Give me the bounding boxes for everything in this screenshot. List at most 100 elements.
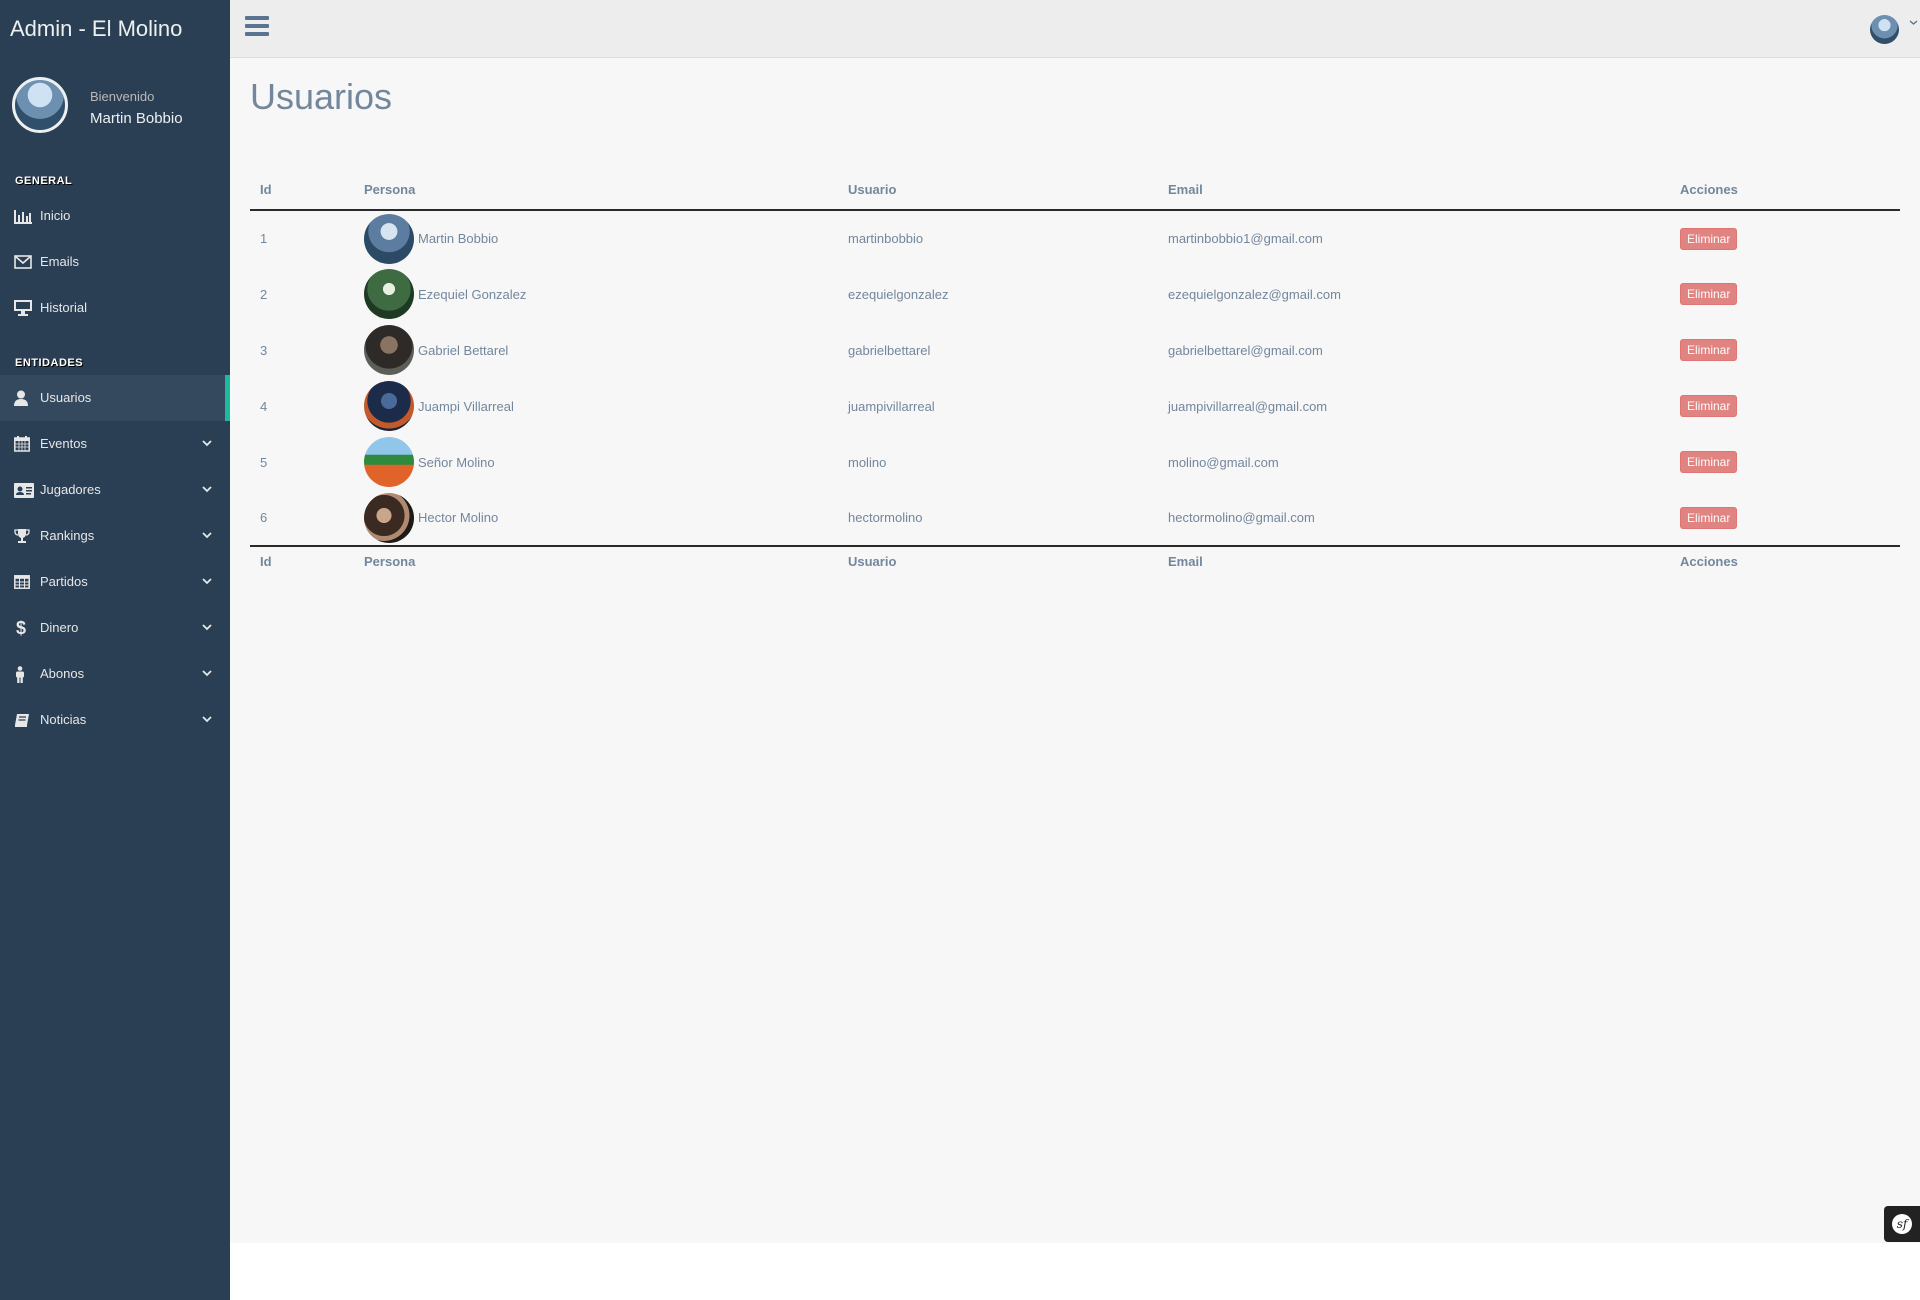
male-icon — [14, 651, 34, 697]
person-avatar — [364, 269, 414, 319]
sidebar-item-eventos[interactable]: Eventos — [0, 421, 230, 467]
table-row: 1 Martin Bobbio martinbobbio martinbobbi… — [250, 210, 1900, 266]
person-name: Martin Bobbio — [418, 231, 499, 246]
cell-usuario: ezequielgonzalez — [848, 286, 949, 302]
sidebar-item-jugadores[interactable]: Jugadores — [0, 467, 230, 513]
person-name: Gabriel Bettarel — [418, 342, 509, 358]
chevron-down-icon — [202, 651, 212, 697]
cell-usuario: hectormolino — [848, 510, 923, 525]
sidebar-item-abonos[interactable]: Abonos — [0, 651, 230, 697]
table-row: 3 Gabriel Bettarel gabrielbettarel gabri… — [250, 322, 1900, 378]
person-name: Juampi Villarreal — [418, 398, 514, 414]
sidebar-item-label: Dinero — [40, 620, 79, 635]
eliminar-button[interactable]: Eliminar — [1680, 283, 1738, 305]
section-title-general: GENERAL — [15, 175, 73, 187]
user-icon — [14, 375, 34, 421]
cell-id: 1 — [260, 231, 268, 246]
sidebar-item-noticias[interactable]: Noticias — [0, 697, 230, 743]
cell-id: 4 — [260, 398, 268, 414]
sidebar-item-label: Noticias — [40, 712, 87, 727]
table-row: 5 Señor Molino molino molino@gmail.com E… — [250, 434, 1900, 490]
cell-email: hectormolino@gmail.com — [1168, 510, 1315, 525]
cell-email: juampivillarreal@gmail.com — [1168, 398, 1328, 414]
person-avatar — [364, 381, 414, 431]
table-row: 4 Juampi Villarreal juampivillarreal jua… — [250, 378, 1900, 434]
table-header-row: Id Persona Usuario Email Acciones — [250, 170, 1900, 211]
menu-toggle-icon[interactable] — [245, 16, 269, 40]
sidebar: Admin - El Molino Bienvenido Martin Bobb… — [0, 0, 230, 1300]
chevron-down-icon — [202, 513, 212, 559]
column-footer-id: Id — [250, 545, 354, 576]
person-cell: Martin Bobbio — [364, 213, 828, 264]
sidebar-item-partidos[interactable]: Partidos — [0, 559, 230, 605]
chevron-down-icon[interactable] — [1909, 18, 1918, 29]
calendar-icon — [14, 421, 34, 467]
column-footer-usuario: Usuario — [838, 545, 1158, 576]
cell-usuario: juampivillarreal — [848, 398, 935, 414]
chevron-down-icon — [202, 421, 212, 467]
chevron-down-icon — [202, 697, 212, 743]
eliminar-button[interactable]: Eliminar — [1680, 227, 1738, 250]
welcome-label: Bienvenido — [90, 89, 155, 104]
sidebar-item-label: Historial — [40, 300, 87, 315]
cell-email: ezequielgonzalez@gmail.com — [1168, 286, 1341, 302]
top-navbar — [230, 0, 1920, 58]
sidebar-item-usuarios[interactable]: Usuarios — [0, 375, 230, 421]
person-cell: Gabriel Bettarel — [364, 325, 828, 375]
cell-usuario: martinbobbio — [848, 231, 924, 246]
person-cell: Juampi Villarreal — [364, 381, 828, 431]
sidebar-item-label: Inicio — [40, 208, 71, 223]
column-footer-persona: Persona — [354, 545, 838, 576]
column-header-email[interactable]: Email — [1158, 170, 1670, 211]
sidebar-item-label: Jugadores — [40, 482, 101, 497]
bar-chart-icon — [14, 193, 34, 239]
sidebar-item-historial[interactable]: Historial — [0, 285, 230, 331]
symfony-toolbar-icon[interactable]: sf — [1884, 1206, 1920, 1242]
person-cell: Señor Molino — [364, 437, 828, 487]
avatar — [12, 77, 68, 133]
profile-panel: Bienvenido Martin Bobbio — [0, 57, 230, 147]
person-avatar — [364, 325, 414, 375]
id-card-icon — [14, 467, 34, 513]
sidebar-item-emails[interactable]: Emails — [0, 239, 230, 285]
cell-id: 5 — [260, 454, 268, 470]
person-cell: Ezequiel Gonzalez — [364, 269, 828, 319]
cell-id: 6 — [260, 510, 268, 525]
person-avatar — [364, 437, 414, 487]
footer — [230, 1243, 1920, 1300]
chevron-down-icon — [202, 467, 212, 513]
book-icon — [14, 697, 34, 743]
app-title[interactable]: Admin - El Molino — [0, 0, 230, 57]
column-footer-acciones: Acciones — [1670, 545, 1900, 576]
section-title-entidades: ENTIDADES — [15, 357, 84, 369]
person-cell: Hector Molino — [364, 492, 828, 543]
table-row: 6 Hector Molino hectormolino hectormolin… — [250, 490, 1900, 546]
person-name: Ezequiel Gonzalez — [418, 286, 527, 302]
cell-usuario: molino — [848, 454, 887, 470]
sidebar-item-label: Rankings — [40, 528, 95, 543]
cell-email: martinbobbio1@gmail.com — [1168, 231, 1323, 246]
eliminar-button[interactable]: Eliminar — [1680, 506, 1738, 529]
sidebar-item-label: Partidos — [40, 574, 88, 589]
column-header-id[interactable]: Id — [250, 170, 354, 211]
cell-email: molino@gmail.com — [1168, 454, 1279, 470]
eliminar-button[interactable]: Eliminar — [1680, 395, 1738, 417]
chevron-down-icon — [202, 559, 212, 605]
column-header-usuario[interactable]: Usuario — [838, 170, 1158, 211]
cell-email: gabrielbettarel@gmail.com — [1168, 342, 1323, 358]
user-menu-avatar[interactable] — [1870, 15, 1899, 44]
sidebar-item-inicio[interactable]: Inicio — [0, 193, 230, 239]
eliminar-button[interactable]: Eliminar — [1680, 451, 1738, 473]
sidebar-item-dinero[interactable]: $ Dinero — [0, 605, 230, 651]
column-header-acciones[interactable]: Acciones — [1670, 170, 1900, 211]
page-title: Usuarios — [250, 76, 393, 117]
cell-id: 2 — [260, 286, 268, 302]
chevron-down-icon — [202, 605, 212, 651]
cell-usuario: gabrielbettarel — [848, 342, 931, 358]
table-row: 2 Ezequiel Gonzalez ezequielgonzalez eze… — [250, 266, 1900, 322]
main-content: Usuarios Id Persona Usuario Email Accion… — [230, 58, 1920, 1243]
person-avatar — [364, 492, 414, 543]
column-header-persona[interactable]: Persona — [354, 170, 838, 211]
sidebar-item-rankings[interactable]: Rankings — [0, 513, 230, 559]
eliminar-button[interactable]: Eliminar — [1680, 339, 1738, 361]
